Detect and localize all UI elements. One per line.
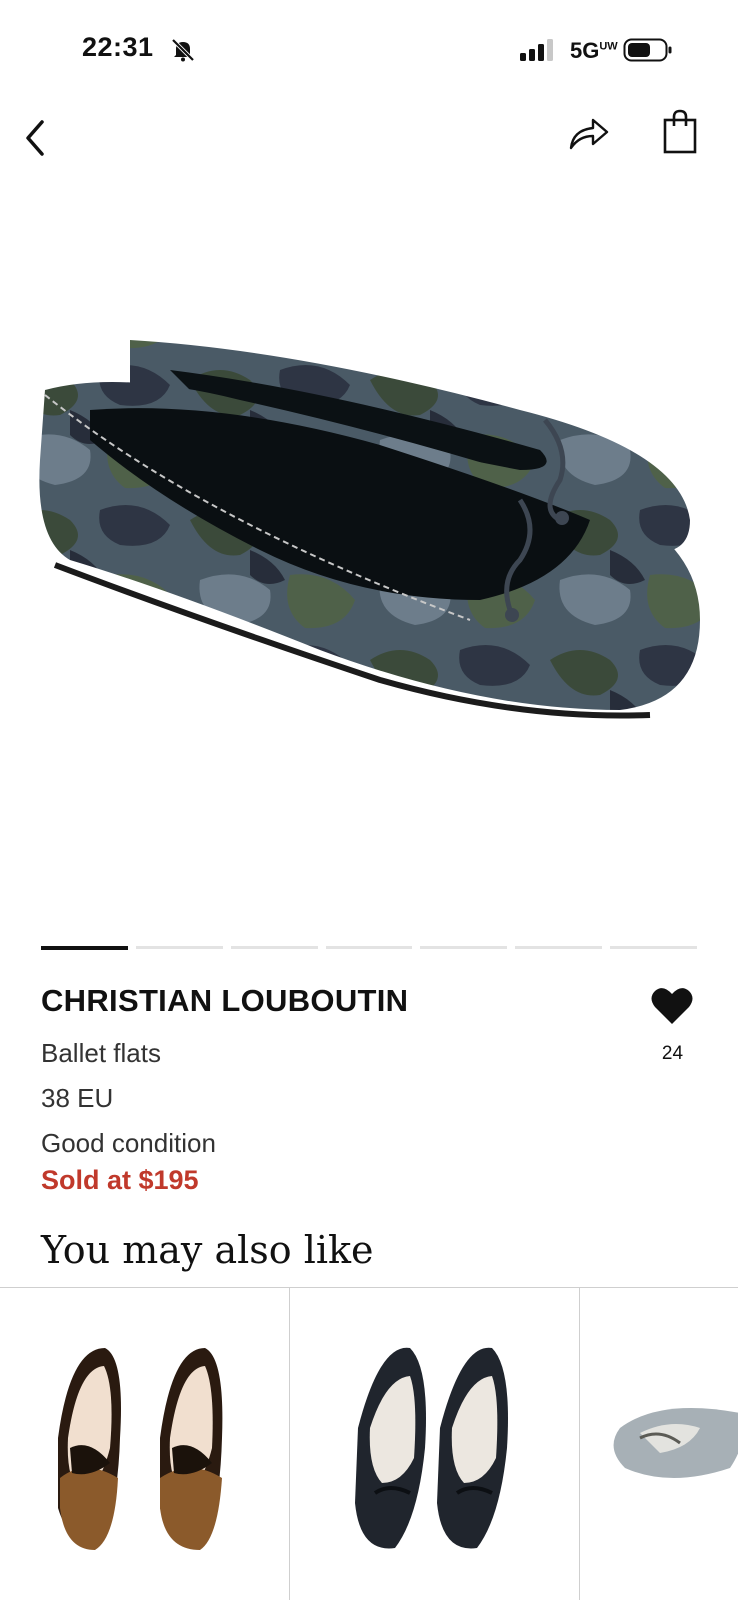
carousel-dot-active[interactable]	[41, 946, 128, 950]
recommendations-row	[0, 1287, 738, 1600]
bell-slash-icon	[171, 38, 195, 62]
share-button[interactable]	[565, 110, 613, 156]
status-bar: 22:31 5GUW	[0, 0, 738, 100]
product-thumbnail	[355, 1347, 508, 1549]
product-type: Ballet flats	[41, 1038, 161, 1068]
recommendation-card[interactable]	[579, 1288, 738, 1600]
recommendation-card[interactable]	[289, 1288, 580, 1600]
like-button[interactable]	[650, 985, 694, 1027]
nav-bar	[0, 100, 738, 170]
product-brand[interactable]: CHRISTIAN LOUBOUTIN	[41, 983, 408, 1019]
carousel-dot[interactable]	[515, 946, 603, 949]
signal-icon	[520, 39, 553, 61]
product-thumbnail	[58, 1348, 223, 1550]
carousel-dot[interactable]	[325, 946, 413, 949]
sold-price: Sold at $195	[41, 1165, 199, 1195]
shoe-illustration	[39, 340, 700, 719]
chevron-left-icon	[26, 120, 44, 156]
shopping-bag-icon	[663, 109, 697, 154]
recommendation-card[interactable]	[0, 1288, 290, 1600]
battery-icon	[623, 38, 672, 62]
product-thumbnail	[613, 1408, 738, 1478]
carousel-dot[interactable]	[135, 946, 223, 949]
section-title: You may also like	[41, 1228, 374, 1272]
carousel-dot[interactable]	[420, 946, 508, 949]
product-size: 38 EU	[41, 1083, 114, 1113]
heart-icon	[651, 988, 693, 1024]
product-image[interactable]	[0, 220, 738, 920]
carousel-dot[interactable]	[610, 946, 698, 949]
like-count: 24	[661, 1043, 684, 1064]
network-label: 5GUW	[570, 38, 618, 63]
back-button[interactable]	[18, 110, 58, 160]
status-time: 22:31	[82, 32, 154, 62]
bag-button[interactable]	[660, 106, 700, 156]
product-condition: Good condition	[41, 1128, 216, 1158]
share-arrow-icon	[569, 118, 609, 150]
carousel-dot[interactable]	[230, 946, 318, 949]
image-carousel-indicator	[41, 946, 698, 952]
